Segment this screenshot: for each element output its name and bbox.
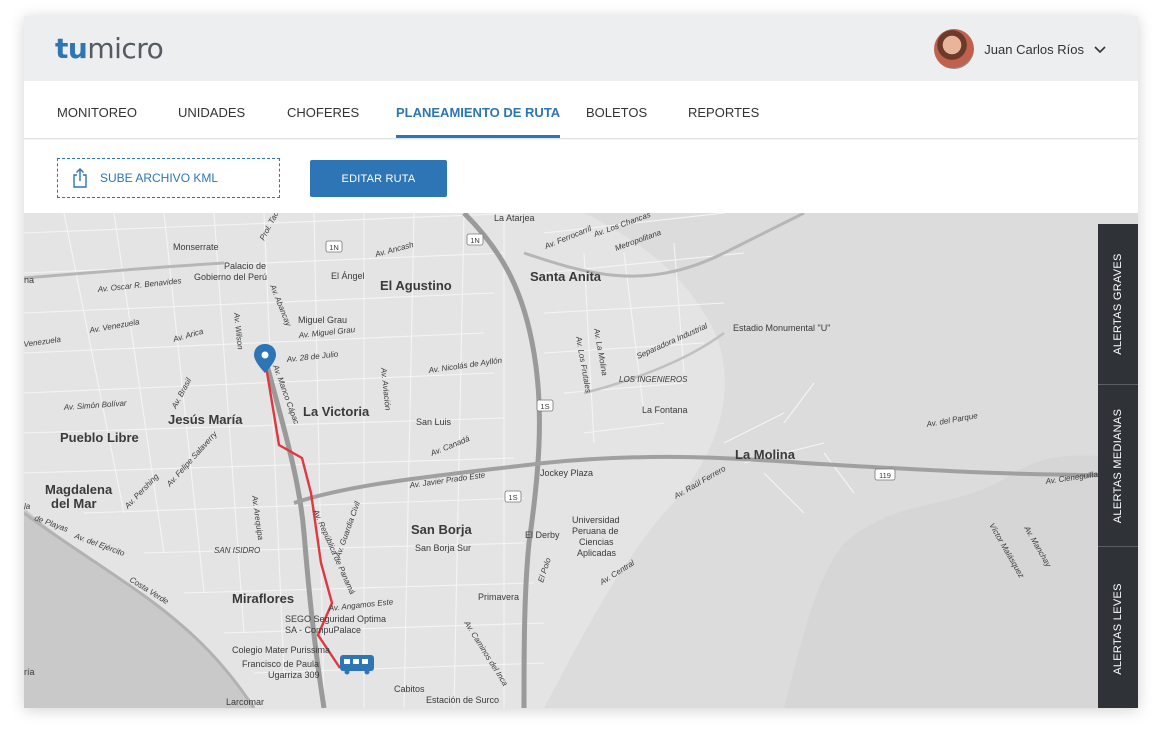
label-la-molina: La Molina <box>735 447 796 462</box>
route-toolbar: SUBE ARCHIVO KML EDITAR RUTA <box>24 140 1138 213</box>
label-san-borja: San Borja <box>411 522 472 537</box>
label-del-mar: del Mar <box>51 496 97 511</box>
label-jesus-maria: Jesús María <box>168 412 243 427</box>
label-pueblo-libre: Pueblo Libre <box>60 430 139 445</box>
label-la-fontana: La Fontana <box>642 405 688 415</box>
edit-route-button[interactable]: EDITAR RUTA <box>310 160 447 197</box>
label-playas-lead: la <box>24 502 31 511</box>
main-nav: MONITOREO UNIDADES CHOFERES PLANEAMIENTO… <box>24 81 1138 139</box>
label-los-ingenieros: LOS INGENIEROS <box>619 375 688 384</box>
label-el-derby: El Derby <box>525 530 560 540</box>
tab-boletos[interactable]: BOLETOS <box>586 81 647 138</box>
label-el-agustino: El Agustino <box>380 278 452 293</box>
avatar[interactable] <box>934 29 975 69</box>
label-compupalace: SA - CompuPalace <box>285 625 361 635</box>
road-shield-1n: 1N <box>329 243 339 252</box>
label-el-angel: El Ángel <box>331 271 365 281</box>
label-edge-na: na <box>24 275 34 285</box>
label-peruana: Peruana de <box>572 526 619 536</box>
label-san-luis: San Luis <box>416 417 452 427</box>
label-francisco: Francisco de Paula <box>242 659 319 669</box>
alerts-graves-tab[interactable]: ALERTAS GRAVES <box>1098 224 1138 385</box>
road-shield-1s-2: 1S <box>508 493 517 502</box>
label-universidad: Universidad <box>572 515 620 525</box>
label-ciencias: Ciencias <box>579 537 614 547</box>
label-monserrate: Monserrate <box>173 242 219 252</box>
label-primavera: Primavera <box>478 592 519 602</box>
chevron-down-icon[interactable] <box>1092 41 1108 57</box>
tab-monitoreo[interactable]: MONITOREO <box>57 81 137 138</box>
label-edge-ria: ría <box>24 667 35 677</box>
label-san-borja-sur: San Borja Sur <box>415 543 471 553</box>
tab-choferes[interactable]: CHOFERES <box>287 81 359 138</box>
upload-kml-label: SUBE ARCHIVO KML <box>100 171 219 185</box>
tab-reportes[interactable]: REPORTES <box>688 81 759 138</box>
tab-unidades[interactable]: UNIDADES <box>178 81 245 138</box>
alerts-medianas-tab[interactable]: ALERTAS MEDIANAS <box>1098 386 1138 547</box>
label-aplicadas: Aplicadas <box>577 548 617 558</box>
app-window: tumicro Juan Carlos Ríos MONITOREO UNIDA… <box>24 16 1138 708</box>
map-canvas[interactable]: 1N 1N 1S 1S 119 El Agustino Santa Anita … <box>24 213 1138 708</box>
label-larcomar: Larcomar <box>226 697 264 707</box>
label-cabitos: Cabitos <box>394 684 425 694</box>
road-shield-119: 119 <box>879 471 891 480</box>
label-jockey-plaza: Jockey Plaza <box>540 468 593 478</box>
logo[interactable]: tumicro <box>55 32 164 65</box>
label-miguel-grau: Miguel Grau <box>298 315 347 325</box>
label-san-isidro: SAN ISIDRO <box>214 546 260 555</box>
alerts-panel: ALERTAS GRAVES ALERTAS MEDIANAS ALERTAS … <box>1098 224 1138 708</box>
alerts-graves-label: ALERTAS GRAVES <box>1112 253 1124 355</box>
tab-planeamiento-de-ruta[interactable]: PLANEAMIENTO DE RUTA <box>396 81 561 138</box>
top-bar: tumicro Juan Carlos Ríos <box>24 16 1138 81</box>
user-name: Juan Carlos Ríos <box>984 41 1084 57</box>
label-sego: SEGO Seguridad Optima <box>285 614 386 624</box>
road-shield-1s: 1S <box>540 402 549 411</box>
upload-kml-button[interactable]: SUBE ARCHIVO KML <box>57 158 280 198</box>
label-la-victoria: La Victoria <box>303 404 370 419</box>
upload-icon <box>73 168 87 188</box>
label-miraflores: Miraflores <box>232 591 294 606</box>
label-santa-anita: Santa Anita <box>530 269 602 284</box>
label-palacio: Palacio de <box>224 261 266 271</box>
road-shield-1n-2: 1N <box>470 236 480 245</box>
label-la-atarjea: La Atarjea <box>494 213 535 223</box>
label-gobierno: Gobierno del Perú <box>194 272 267 282</box>
label-magdalena: Magdalena <box>45 482 113 497</box>
route-map[interactable]: 1N 1N 1S 1S 119 El Agustino Santa Anita … <box>24 213 1138 708</box>
alerts-medianas-label: ALERTAS MEDIANAS <box>1112 408 1124 524</box>
label-estacion: Estación de Surco <box>426 695 499 705</box>
label-estadio: Estadio Monumental "U" <box>733 323 830 333</box>
label-colegio: Colegio Mater Purissima <box>232 645 330 655</box>
label-ugarriza: Ugarriza 309 <box>268 670 320 680</box>
alerts-leves-label: ALERTAS LEVES <box>1112 582 1124 675</box>
alerts-leves-tab[interactable]: ALERTAS LEVES <box>1098 548 1138 708</box>
user-menu[interactable]: Juan Carlos Ríos <box>934 29 1108 69</box>
